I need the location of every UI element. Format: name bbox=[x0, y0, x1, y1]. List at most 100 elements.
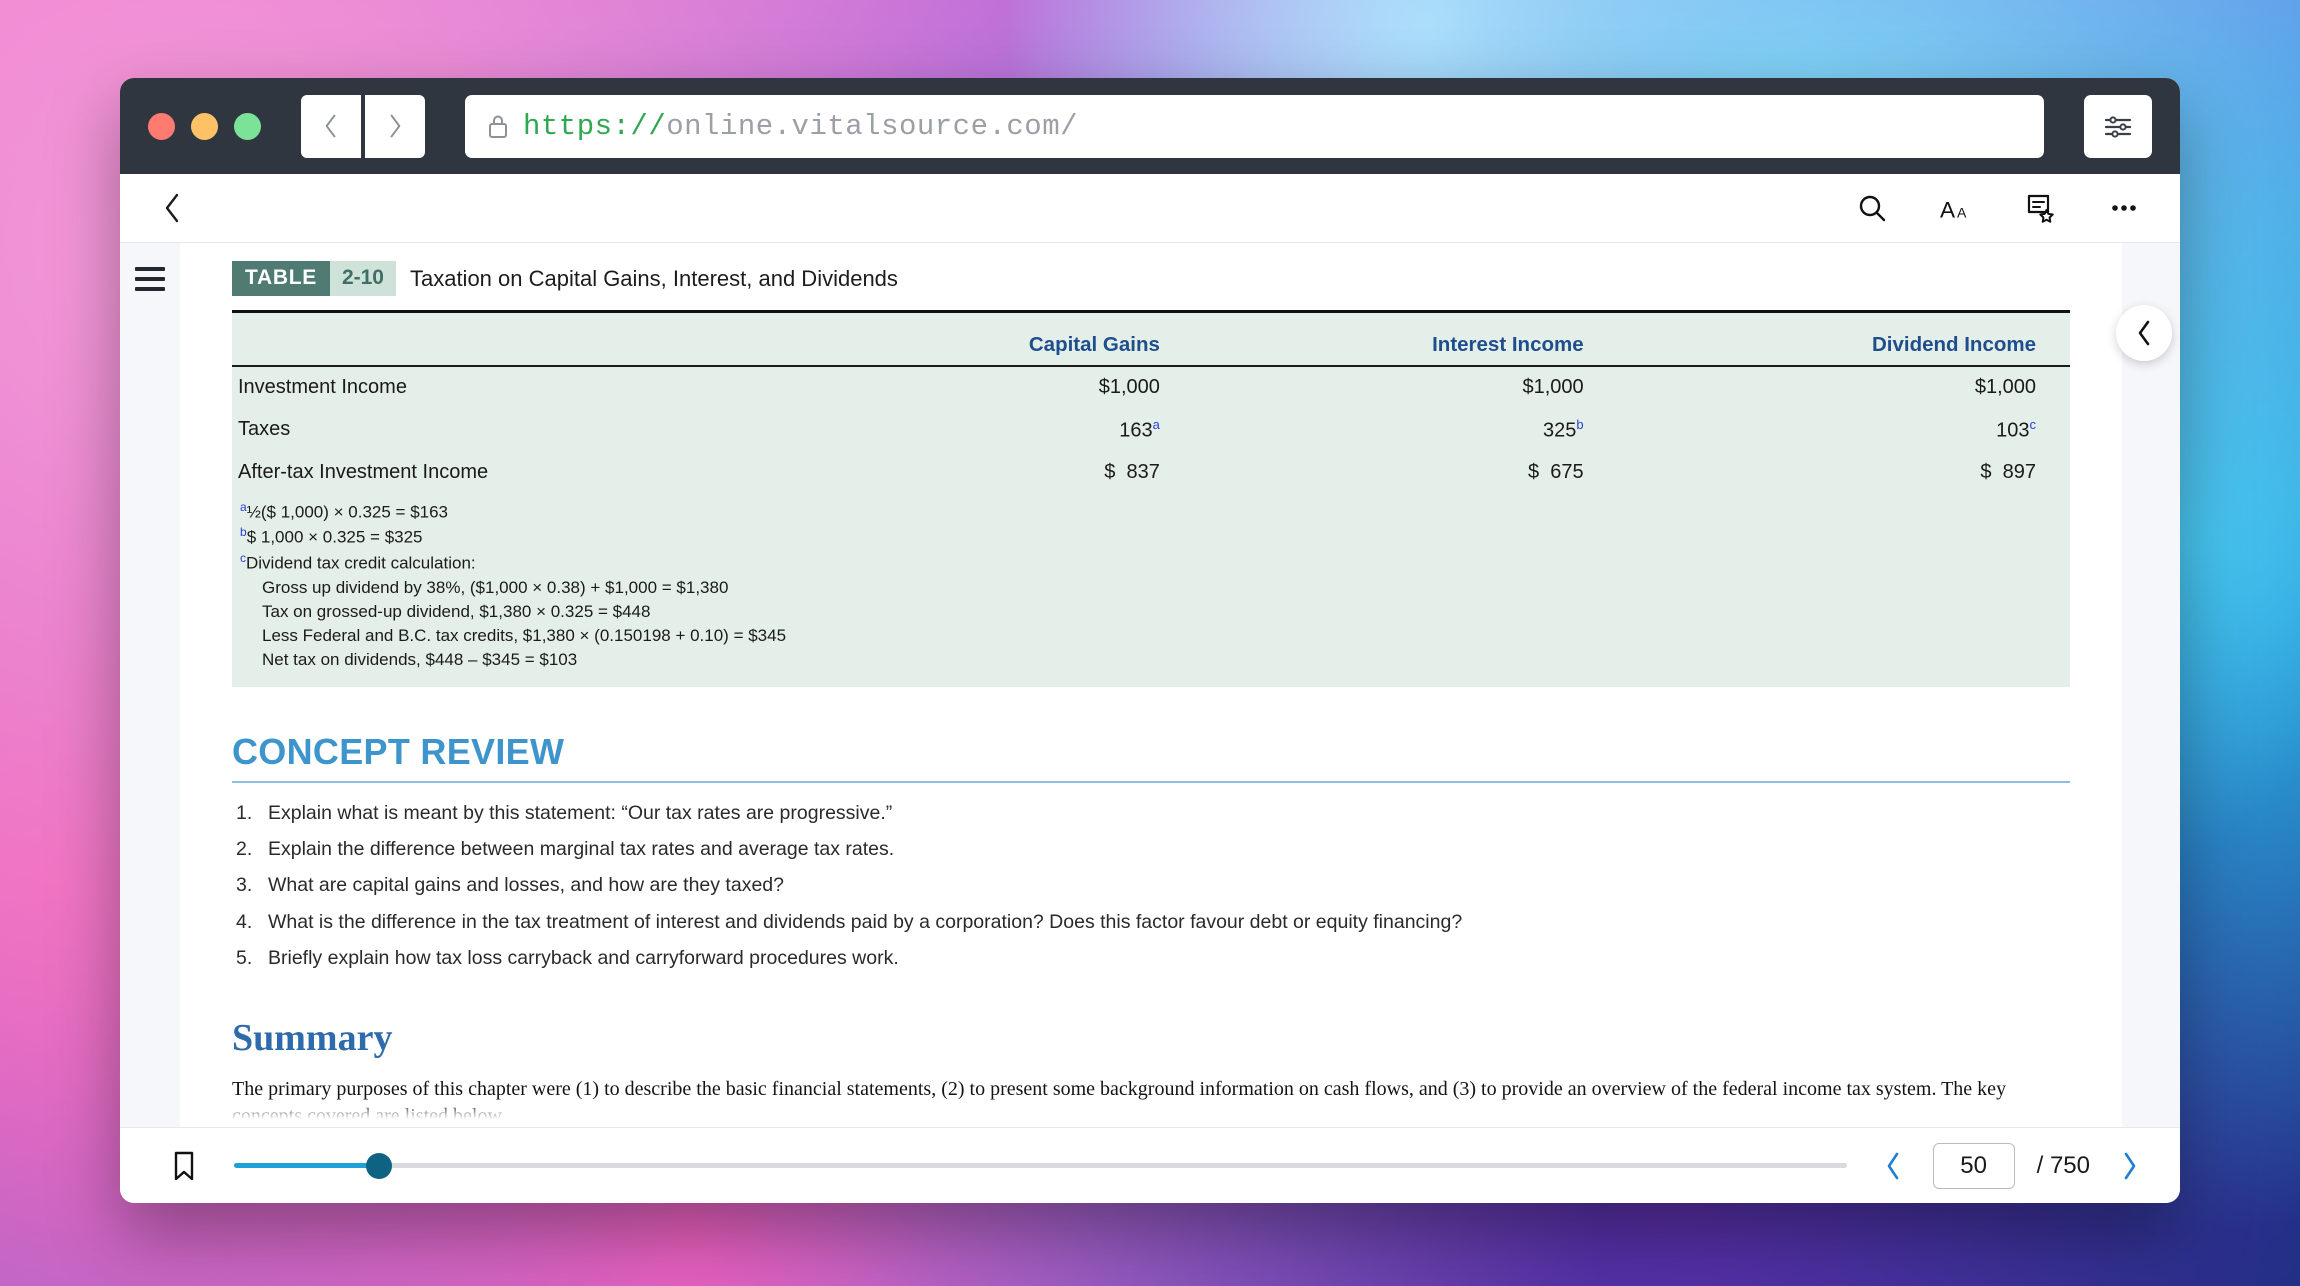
more-options-button[interactable] bbox=[2104, 188, 2144, 228]
footnote-marker: b bbox=[1576, 417, 1583, 432]
footnote-line: cDividend tax credit calculation: bbox=[240, 550, 2070, 576]
hamburger-icon-line bbox=[135, 267, 165, 271]
list-item-text: Explain the difference between marginal … bbox=[268, 838, 894, 860]
cell-value: 103 bbox=[1996, 420, 2029, 442]
list-item: 4. What is the difference in the tax trea… bbox=[232, 910, 2070, 946]
footnote-line: Net tax on dividends, $448 – $345 = $103 bbox=[240, 648, 2070, 672]
footnote-marker: b bbox=[240, 525, 247, 539]
list-item: 1. Explain what is meant by this statemen… bbox=[232, 801, 2070, 837]
table-tag-label: TABLE bbox=[232, 261, 330, 296]
chevron-left-icon bbox=[1885, 1152, 1902, 1180]
footnote-line: Less Federal and B.C. tax credits, $1,38… bbox=[240, 624, 2070, 648]
concept-review-heading: CONCEPT REVIEW bbox=[232, 731, 2070, 783]
row-label: After-tax Investment Income bbox=[232, 452, 817, 493]
window-traffic-lights bbox=[148, 113, 261, 140]
cell-capital-gains: $1,000 bbox=[817, 366, 1194, 408]
column-header-capital-gains: Capital Gains bbox=[817, 323, 1194, 366]
summary-intro: The primary purposes of this chapter wer… bbox=[232, 1076, 2070, 1127]
hamburger-icon-line bbox=[135, 287, 165, 291]
search-button[interactable] bbox=[1852, 188, 1892, 228]
next-page-button[interactable] bbox=[2112, 1149, 2146, 1183]
cell-value: 163 bbox=[1119, 420, 1152, 442]
cell-dividend-income: $ 897 bbox=[1618, 452, 2070, 493]
reader-viewer: TABLE 2-10 Taxation on Capital Gains, In… bbox=[120, 243, 2180, 1127]
font-size-button[interactable]: A A bbox=[1936, 188, 1976, 228]
list-item-number: 5. bbox=[236, 946, 252, 971]
footnote-line: Gross up dividend by 38%, ($1,000 × 0.38… bbox=[240, 576, 2070, 600]
ellipsis-icon bbox=[2108, 192, 2140, 224]
table-footnotes: a½($ 1,000) × 0.325 = $163 b$ 1,000 × 0.… bbox=[232, 493, 2070, 687]
slider-knob[interactable] bbox=[366, 1153, 392, 1179]
footnote-text: ½($ 1,000) × 0.325 = $163 bbox=[247, 502, 448, 521]
browser-forward-button[interactable] bbox=[365, 95, 425, 158]
slider-track bbox=[234, 1163, 1847, 1168]
footnote-marker: c bbox=[2030, 417, 2037, 432]
cell-capital-gains: 163a bbox=[817, 408, 1194, 452]
table-tag-number: 2-10 bbox=[330, 261, 396, 296]
chevron-left-icon bbox=[321, 113, 341, 139]
list-item: 2. Explain the difference between margina… bbox=[232, 837, 2070, 873]
collapse-panel-button[interactable] bbox=[2116, 305, 2172, 361]
bookmark-button[interactable] bbox=[164, 1146, 204, 1186]
reader-back-button[interactable] bbox=[148, 184, 196, 232]
list-item-number: 1. bbox=[236, 801, 252, 826]
close-window-button[interactable] bbox=[148, 113, 175, 140]
cell-interest-income: $1,000 bbox=[1194, 366, 1618, 408]
list-item-text: What is the difference in the tax treatm… bbox=[268, 911, 1462, 933]
concept-review-list: 1. Explain what is meant by this statemen… bbox=[232, 801, 2070, 983]
cell-value: 325 bbox=[1543, 420, 1576, 442]
address-bar[interactable]: https://online.vitalsource.com/ bbox=[465, 95, 2044, 158]
chevron-right-icon bbox=[385, 113, 405, 139]
reader-toolbar-actions: A A bbox=[1852, 188, 2144, 228]
bookmark-icon bbox=[172, 1150, 196, 1182]
column-header-blank bbox=[232, 323, 817, 366]
page-number-input[interactable]: 50 bbox=[1933, 1143, 2015, 1189]
taxation-table: Capital Gains Interest Income Dividend I… bbox=[232, 313, 2070, 687]
total-pages-label: / 750 bbox=[2037, 1152, 2090, 1180]
slider-fill bbox=[234, 1163, 379, 1168]
chevron-left-icon bbox=[164, 193, 181, 223]
minimize-window-button[interactable] bbox=[191, 113, 218, 140]
font-size-icon: A A bbox=[1940, 192, 1972, 224]
chevron-left-icon bbox=[2137, 320, 2152, 346]
previous-page-button[interactable] bbox=[1877, 1149, 1911, 1183]
browser-menu-button[interactable] bbox=[2084, 95, 2152, 158]
toc-menu-button[interactable] bbox=[135, 267, 165, 291]
list-item-number: 3. bbox=[236, 873, 252, 898]
hamburger-icon-line bbox=[135, 277, 165, 281]
footnote-text: Dividend tax credit calculation: bbox=[246, 554, 476, 573]
row-label: Investment Income bbox=[232, 366, 817, 408]
reader-toolbar: A A bbox=[120, 174, 2180, 243]
column-header-dividend-income: Dividend Income bbox=[1618, 323, 2070, 366]
list-item-number: 2. bbox=[236, 837, 252, 862]
footnote-text: $ 1,000 × 0.325 = $325 bbox=[247, 528, 423, 547]
chevron-right-icon bbox=[2121, 1152, 2138, 1180]
pagination-controls: 50 / 750 bbox=[1877, 1143, 2146, 1189]
cell-interest-income: 325b bbox=[1194, 408, 1618, 452]
reading-progress-slider[interactable] bbox=[234, 1146, 1847, 1186]
cell-interest-income: $ 675 bbox=[1194, 452, 1618, 493]
left-rail bbox=[120, 243, 180, 1127]
table-header-row: Capital Gains Interest Income Dividend I… bbox=[232, 323, 2070, 366]
footnote-marker: a bbox=[1153, 417, 1160, 432]
cell-dividend-income: $1,000 bbox=[1618, 366, 2070, 408]
list-item: 3. What are capital gains and losses, and… bbox=[232, 873, 2070, 909]
list-item-text: What are capital gains and losses, and h… bbox=[268, 874, 784, 896]
list-item-text: Explain what is meant by this statement:… bbox=[268, 802, 892, 824]
maximize-window-button[interactable] bbox=[234, 113, 261, 140]
footnote-line: b$ 1,000 × 0.325 = $325 bbox=[240, 524, 2070, 550]
table-row: After-tax Investment Income $ 837 $ 675 … bbox=[232, 452, 2070, 493]
browser-back-button[interactable] bbox=[301, 95, 361, 158]
reader-bottom-bar: 50 / 750 bbox=[120, 1127, 2180, 1203]
browser-chrome: https://online.vitalsource.com/ bbox=[120, 78, 2180, 174]
footnote-marker: a bbox=[240, 500, 247, 514]
svg-text:A: A bbox=[1940, 197, 1956, 222]
row-label: Taxes bbox=[232, 408, 817, 452]
notes-button[interactable] bbox=[2020, 188, 2060, 228]
list-item-number: 4. bbox=[236, 910, 252, 935]
url-text: https://online.vitalsource.com/ bbox=[523, 110, 1078, 143]
table-caption: TABLE 2-10 Taxation on Capital Gains, In… bbox=[232, 261, 2070, 296]
table-row: Investment Income $1,000 $1,000 $1,000 bbox=[232, 366, 2070, 408]
url-host: online.vitalsource.com/ bbox=[666, 110, 1078, 143]
summary-heading: Summary bbox=[232, 1016, 2070, 1060]
